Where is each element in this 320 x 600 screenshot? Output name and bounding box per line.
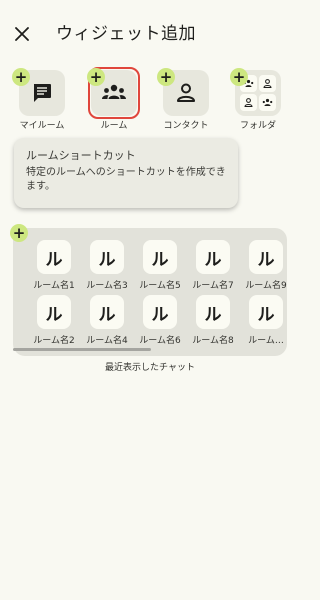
room-avatar: ル bbox=[249, 295, 283, 329]
room-name: ルーム名8 bbox=[192, 336, 234, 346]
widget-preview[interactable]: ル ルーム名1 ル ルーム名2 ル ルーム名3 ル ルーム名4 ル ルーム名5 … bbox=[13, 228, 287, 356]
room-name: ルーム名9 bbox=[245, 281, 287, 291]
horizontal-scrollbar[interactable] bbox=[13, 348, 151, 351]
room-name: ルーム名6 bbox=[139, 336, 181, 346]
add-badge-icon: + bbox=[230, 68, 248, 86]
preview-caption: 最近表示したチャット bbox=[105, 363, 195, 373]
room-name: ルーム名1 bbox=[33, 281, 75, 291]
close-icon bbox=[15, 27, 29, 41]
room-name: ルーム… bbox=[248, 336, 284, 346]
room-name: ルーム名7 bbox=[192, 281, 234, 291]
close-button[interactable] bbox=[8, 20, 36, 48]
add-badge-icon: + bbox=[87, 68, 105, 86]
widget-label: ルーム bbox=[100, 121, 128, 131]
room-avatar: ル bbox=[143, 240, 177, 274]
room-avatar: ル bbox=[143, 295, 177, 329]
widget-label: フォルダ bbox=[239, 121, 276, 131]
room-avatar: ル bbox=[249, 240, 283, 274]
add-badge-icon: + bbox=[12, 68, 30, 86]
add-badge-icon[interactable]: + bbox=[10, 224, 28, 242]
page-title: ウィジェット追加 bbox=[56, 24, 196, 44]
room-avatar: ル bbox=[90, 240, 124, 274]
room-avatar: ル bbox=[196, 295, 230, 329]
description-tooltip: ルームショートカット 特定のルームへのショートカットを作成できます。 bbox=[14, 138, 238, 208]
room-name: ルーム名2 bbox=[33, 336, 75, 346]
room-name: ルーム名5 bbox=[139, 281, 181, 291]
room-name: ルーム名3 bbox=[86, 281, 128, 291]
room-avatar: ル bbox=[37, 240, 71, 274]
person-icon bbox=[177, 83, 195, 102]
room-name: ルーム名4 bbox=[86, 336, 128, 346]
room-avatar: ル bbox=[37, 295, 71, 329]
widget-label: マイルーム bbox=[19, 121, 65, 131]
add-badge-icon: + bbox=[157, 68, 175, 86]
tooltip-title: ルームショートカット bbox=[26, 149, 136, 162]
widget-label: コンタクト bbox=[163, 121, 209, 131]
room-avatar: ル bbox=[90, 295, 124, 329]
room-avatar: ル bbox=[196, 240, 230, 274]
tooltip-description: 特定のルームへのショートカットを作成できます。 bbox=[26, 167, 226, 192]
chat-icon bbox=[34, 84, 51, 102]
